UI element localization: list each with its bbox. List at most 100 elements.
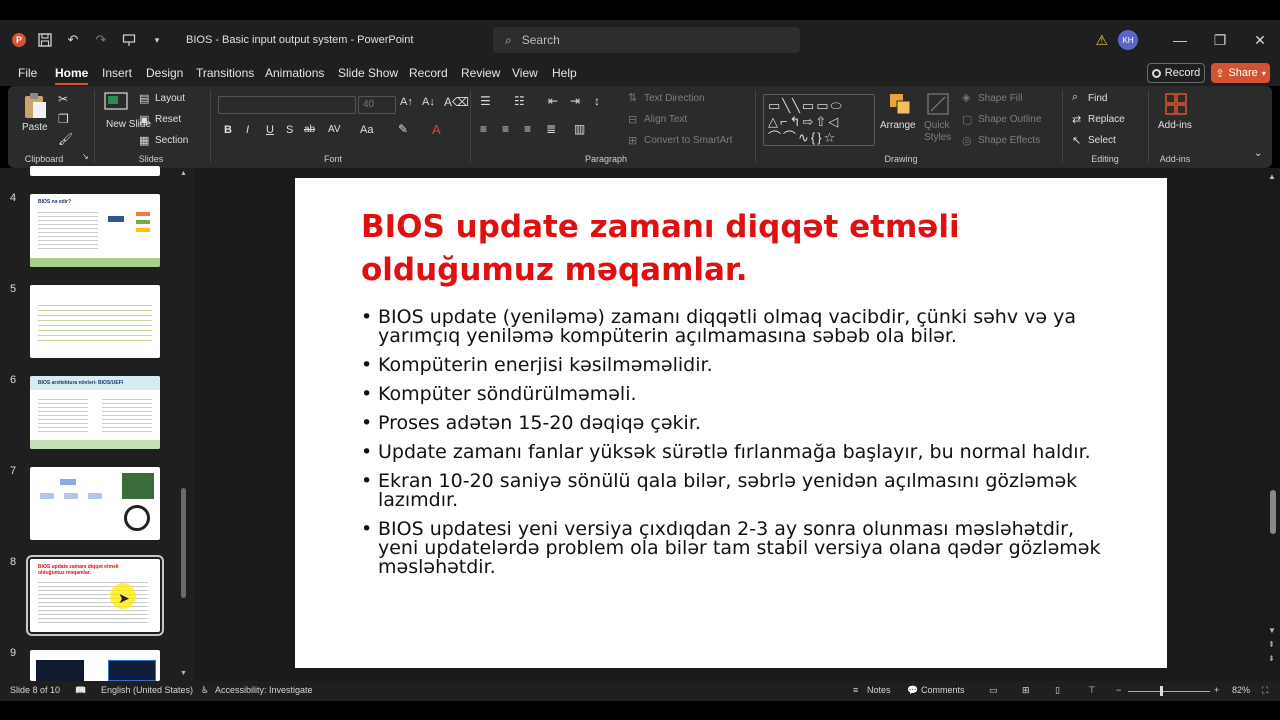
tab-slide-show[interactable]: Slide Show	[338, 66, 398, 80]
thumbnail-slide-4[interactable]: BIOS nə edir?	[30, 194, 160, 267]
zoom-in-icon[interactable]: +	[1214, 685, 1219, 695]
align-text-button[interactable]: Align Text	[644, 114, 687, 125]
zoom-out-icon[interactable]: −	[1116, 685, 1121, 695]
reading-view-icon[interactable]: ▯	[1055, 685, 1060, 696]
clipboard-launcher-icon[interactable]: ↘	[82, 152, 89, 161]
close-icon[interactable]: ✕	[1240, 20, 1280, 60]
share-button[interactable]: ⇪ Share ▾	[1211, 63, 1270, 83]
spelling-icon[interactable]: 📖	[75, 685, 86, 696]
editor-scrollbar[interactable]: ▲ ▼ ⇞ ⇟	[1266, 168, 1280, 681]
fit-slide-icon[interactable]: ⛶	[1262, 685, 1268, 696]
tab-record[interactable]: Record	[409, 66, 448, 80]
reset-button[interactable]: Reset	[155, 114, 181, 125]
highlight-icon[interactable]: ✎	[398, 122, 408, 136]
tab-view[interactable]: View	[512, 66, 538, 80]
scroll-down-icon[interactable]: ▼	[1268, 626, 1276, 635]
convert-smartart-button[interactable]: Convert to SmartArt	[644, 135, 732, 146]
tab-review[interactable]: Review	[461, 66, 500, 80]
next-slide-icon[interactable]: ⇟	[1268, 654, 1275, 663]
new-slide-icon[interactable]	[104, 92, 128, 115]
underline-button[interactable]: U	[266, 124, 274, 136]
scroll-down-icon[interactable]: ▼	[180, 670, 187, 677]
spacing-button[interactable]: AV	[328, 124, 341, 135]
numbering-icon[interactable]: ☷	[514, 94, 525, 108]
font-name-input[interactable]	[218, 96, 356, 114]
increase-font-icon[interactable]: A↑	[400, 96, 413, 108]
thumbnail-slide-7[interactable]	[30, 467, 160, 540]
change-case-button[interactable]: Aa	[360, 124, 373, 136]
save-icon[interactable]	[36, 31, 54, 49]
decrease-font-icon[interactable]: A↓	[422, 96, 435, 108]
normal-view-icon[interactable]: ▭	[989, 685, 998, 696]
tab-file[interactable]: File	[18, 66, 37, 80]
slide-bullet-list[interactable]: BIOS update (yeniləmə) zamanı diqqətli o…	[361, 308, 1101, 587]
arrange-icon[interactable]	[888, 92, 912, 119]
quick-styles-icon[interactable]	[926, 92, 950, 119]
paste-icon[interactable]	[22, 92, 48, 123]
bold-button[interactable]: B	[224, 124, 232, 136]
shadow-button[interactable]: S	[286, 124, 293, 136]
addins-button[interactable]: Add-ins	[1158, 120, 1192, 131]
align-left-icon[interactable]: ≡	[480, 122, 487, 136]
current-slide[interactable]: BIOS update zamanı diqqət etməli olduğum…	[295, 178, 1167, 668]
increase-indent-icon[interactable]: ⇥	[570, 94, 580, 108]
slide-sorter-icon[interactable]: ⊞	[1022, 685, 1030, 696]
thumbnail-slide-9[interactable]	[30, 650, 160, 681]
arrange-button[interactable]: Arrange	[880, 120, 916, 131]
font-size-input[interactable]: 40	[358, 96, 396, 114]
scroll-up-icon[interactable]: ▲	[1268, 172, 1276, 181]
language-status[interactable]: English (United States)	[101, 685, 193, 695]
scroll-up-icon[interactable]: ▲	[180, 170, 187, 177]
columns-icon[interactable]: ▥	[574, 122, 585, 136]
shapes-gallery[interactable]: ▭╲╲▭▭⬭ △⌐↰⇨⇧◁ ⌒⌒∿{}☆	[763, 94, 875, 146]
thumbnail-slide-6[interactable]: BIOS arxitektura növləri- BIOS/UEFI	[30, 376, 160, 449]
decrease-indent-icon[interactable]: ⇤	[548, 94, 558, 108]
comments-button[interactable]: Comments	[921, 685, 965, 695]
tab-design[interactable]: Design	[146, 66, 183, 80]
editor-scroll-thumb[interactable]	[1270, 490, 1276, 534]
font-color-icon[interactable]: A	[432, 122, 441, 137]
tab-animations[interactable]: Animations	[265, 66, 324, 80]
tab-insert[interactable]: Insert	[102, 66, 132, 80]
slide-title[interactable]: BIOS update zamanı diqqət etməli olduğum…	[361, 206, 1061, 292]
zoom-level[interactable]: 82%	[1232, 685, 1250, 695]
redo-icon[interactable]: ↷	[92, 31, 110, 49]
accessibility-icon[interactable]: ♿	[201, 685, 209, 696]
search-box[interactable]: ⌕ Search	[493, 27, 800, 53]
minimize-icon[interactable]: —	[1160, 20, 1200, 60]
copy-icon[interactable]: ❐	[58, 112, 69, 126]
shape-fill-button[interactable]: Shape Fill	[978, 93, 1022, 104]
customize-icon[interactable]: ▾	[148, 31, 166, 49]
quick-styles-button[interactable]: Quick Styles	[924, 120, 954, 144]
slide-count[interactable]: Slide 8 of 10	[10, 685, 60, 695]
cut-icon[interactable]: ✂	[58, 92, 68, 106]
replace-button[interactable]: Replace	[1088, 114, 1125, 125]
align-center-icon[interactable]: ≡	[502, 122, 509, 136]
shape-effects-button[interactable]: Shape Effects	[978, 135, 1040, 146]
zoom-slider[interactable]	[1128, 691, 1210, 692]
avatar[interactable]: KH	[1118, 30, 1138, 50]
shape-outline-button[interactable]: Shape Outline	[978, 114, 1041, 125]
thumbnail-slide-5[interactable]	[30, 285, 160, 358]
select-button[interactable]: Select	[1088, 135, 1116, 146]
slideshow-view-icon[interactable]: ⊤	[1088, 685, 1096, 696]
accessibility-status[interactable]: Accessibility: Investigate	[215, 685, 313, 695]
notes-button[interactable]: Notes	[867, 685, 891, 695]
strikethrough-button[interactable]: ab	[304, 124, 315, 135]
line-spacing-icon[interactable]: ↕	[594, 94, 600, 108]
thumbnail-slide-8[interactable]: BIOS update zamanı diqqət etməli olduğum…	[26, 555, 164, 636]
tab-home[interactable]: Home	[55, 66, 89, 85]
paste-button[interactable]: Paste	[22, 122, 48, 133]
section-button[interactable]: Section	[155, 135, 188, 146]
addins-icon[interactable]	[1164, 92, 1188, 119]
zoom-slider-thumb[interactable]	[1160, 686, 1163, 696]
thumbnail-scroll-thumb[interactable]	[181, 488, 186, 598]
tab-transitions[interactable]: Transitions	[196, 66, 254, 80]
tab-help[interactable]: Help	[552, 66, 577, 80]
text-direction-button[interactable]: Text Direction	[644, 93, 705, 104]
find-button[interactable]: Find	[1088, 93, 1107, 104]
present-icon[interactable]	[120, 31, 138, 49]
previous-slide-icon[interactable]: ⇞	[1268, 640, 1275, 649]
undo-icon[interactable]: ↶	[64, 31, 82, 49]
warning-icon[interactable]: ⚠	[1095, 32, 1108, 49]
